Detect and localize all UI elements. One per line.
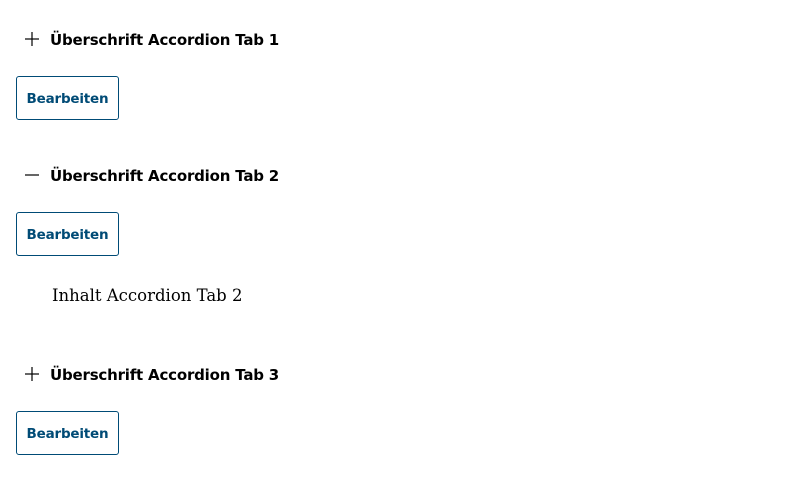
accordion-header-tab-1[interactable]: Überschrift Accordion Tab 1 (20, 23, 279, 53)
accordion-header-tab-3[interactable]: Überschrift Accordion Tab 3 (20, 358, 279, 388)
edit-button-label: Bearbeiten (26, 227, 109, 243)
edit-button-tab-2[interactable]: Bearbeiten (16, 212, 119, 256)
accordion-title-tab-2: Überschrift Accordion Tab 2 (50, 167, 280, 185)
edit-button-tab-1[interactable]: Bearbeiten (16, 76, 119, 120)
minus-icon[interactable] (20, 162, 44, 186)
edit-button-label: Bearbeiten (26, 426, 109, 442)
accordion-panel-content-tab-2: Inhalt Accordion Tab 2 (52, 286, 243, 305)
plus-icon[interactable] (20, 361, 44, 385)
accordion-header-tab-2[interactable]: Überschrift Accordion Tab 2 (20, 159, 279, 189)
accordion-title-tab-3: Überschrift Accordion Tab 3 (50, 366, 280, 384)
accordion-title-tab-1: Überschrift Accordion Tab 1 (50, 31, 280, 49)
plus-icon[interactable] (20, 26, 44, 50)
edit-button-tab-3[interactable]: Bearbeiten (16, 411, 119, 455)
edit-button-label: Bearbeiten (26, 91, 109, 107)
